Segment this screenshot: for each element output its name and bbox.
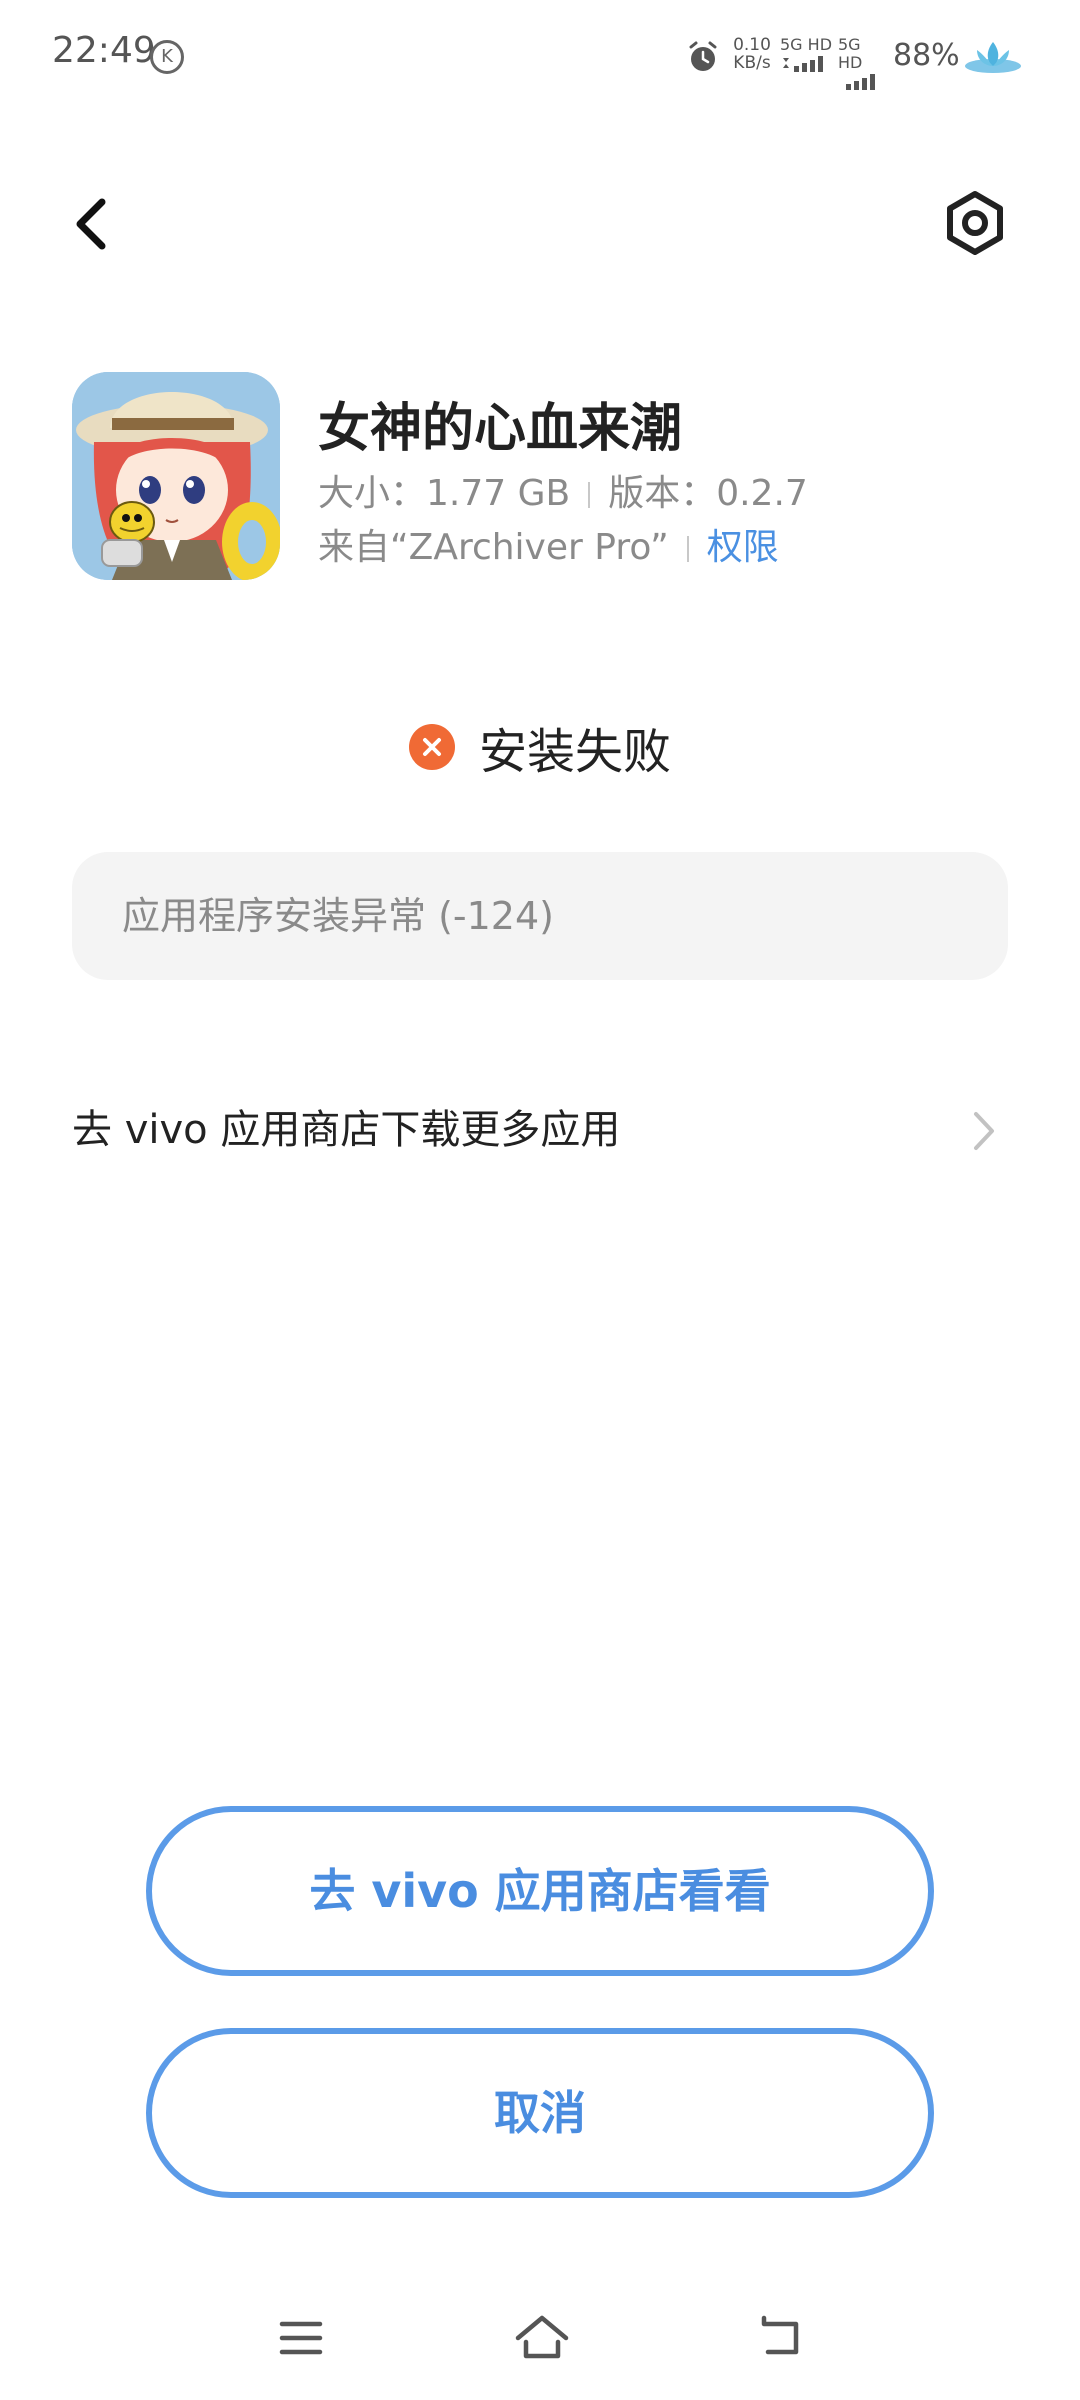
sim2-signal: 5G HD — [838, 36, 888, 94]
app-version: 版本：0.2.7 — [608, 473, 808, 514]
signal-icon — [783, 56, 823, 72]
anime-girl-icon — [72, 372, 280, 580]
sim2-label: 5G HD — [838, 35, 863, 72]
signal-icon — [846, 74, 875, 90]
net-speed-value: 0.10 — [733, 35, 771, 55]
settings-button[interactable] — [940, 188, 1010, 258]
app-size: 大小：1.77 GB — [318, 473, 571, 514]
back-nav-icon[interactable] — [758, 2312, 804, 2358]
home-icon[interactable] — [514, 2312, 570, 2362]
divider — [588, 482, 591, 508]
lotus-icon — [965, 42, 1021, 73]
install-status-text: 安装失败 — [478, 724, 671, 780]
menu-icon[interactable] — [278, 2318, 324, 2358]
sim1-label: 5G HD — [780, 35, 833, 54]
status-time: 22:49 — [52, 30, 156, 71]
error-x-icon — [408, 724, 455, 770]
back-button[interactable] — [60, 188, 120, 258]
divider — [686, 536, 689, 562]
chevron-right-icon — [974, 1112, 994, 1150]
more-apps-link-row[interactable]: 去 vivo 应用商店下载更多应用 — [72, 1090, 1008, 1170]
battery-percentage: 88% — [893, 38, 960, 73]
net-speed-unit: KB/s — [733, 53, 771, 73]
install-status: 安装失败 — [0, 712, 1080, 782]
error-message-box: 应用程序安装异常 (-124) — [72, 852, 1008, 980]
k-badge-icon: K — [150, 40, 184, 74]
cancel-button[interactable]: 取消 — [146, 2028, 934, 2198]
app-icon — [72, 372, 280, 580]
app-name: 女神的心血来潮 — [318, 399, 683, 459]
app-source: 来自“ZArchiver Pro” — [318, 527, 669, 568]
net-speed: 0.10 KB/s — [727, 36, 777, 72]
app-meta-source: 来自“ZArchiver Pro” 权限 — [318, 518, 779, 570]
app-meta-size-version: 大小：1.77 GB 版本：0.2.7 — [318, 464, 808, 516]
more-apps-label: 去 vivo 应用商店下载更多应用 — [72, 1107, 621, 1153]
alarm-icon — [689, 41, 717, 71]
open-vivo-store-button[interactable]: 去 vivo 应用商店看看 — [146, 1806, 934, 1976]
sim1-signal: 5G HD — [780, 36, 834, 76]
permissions-link[interactable]: 权限 — [707, 527, 779, 568]
